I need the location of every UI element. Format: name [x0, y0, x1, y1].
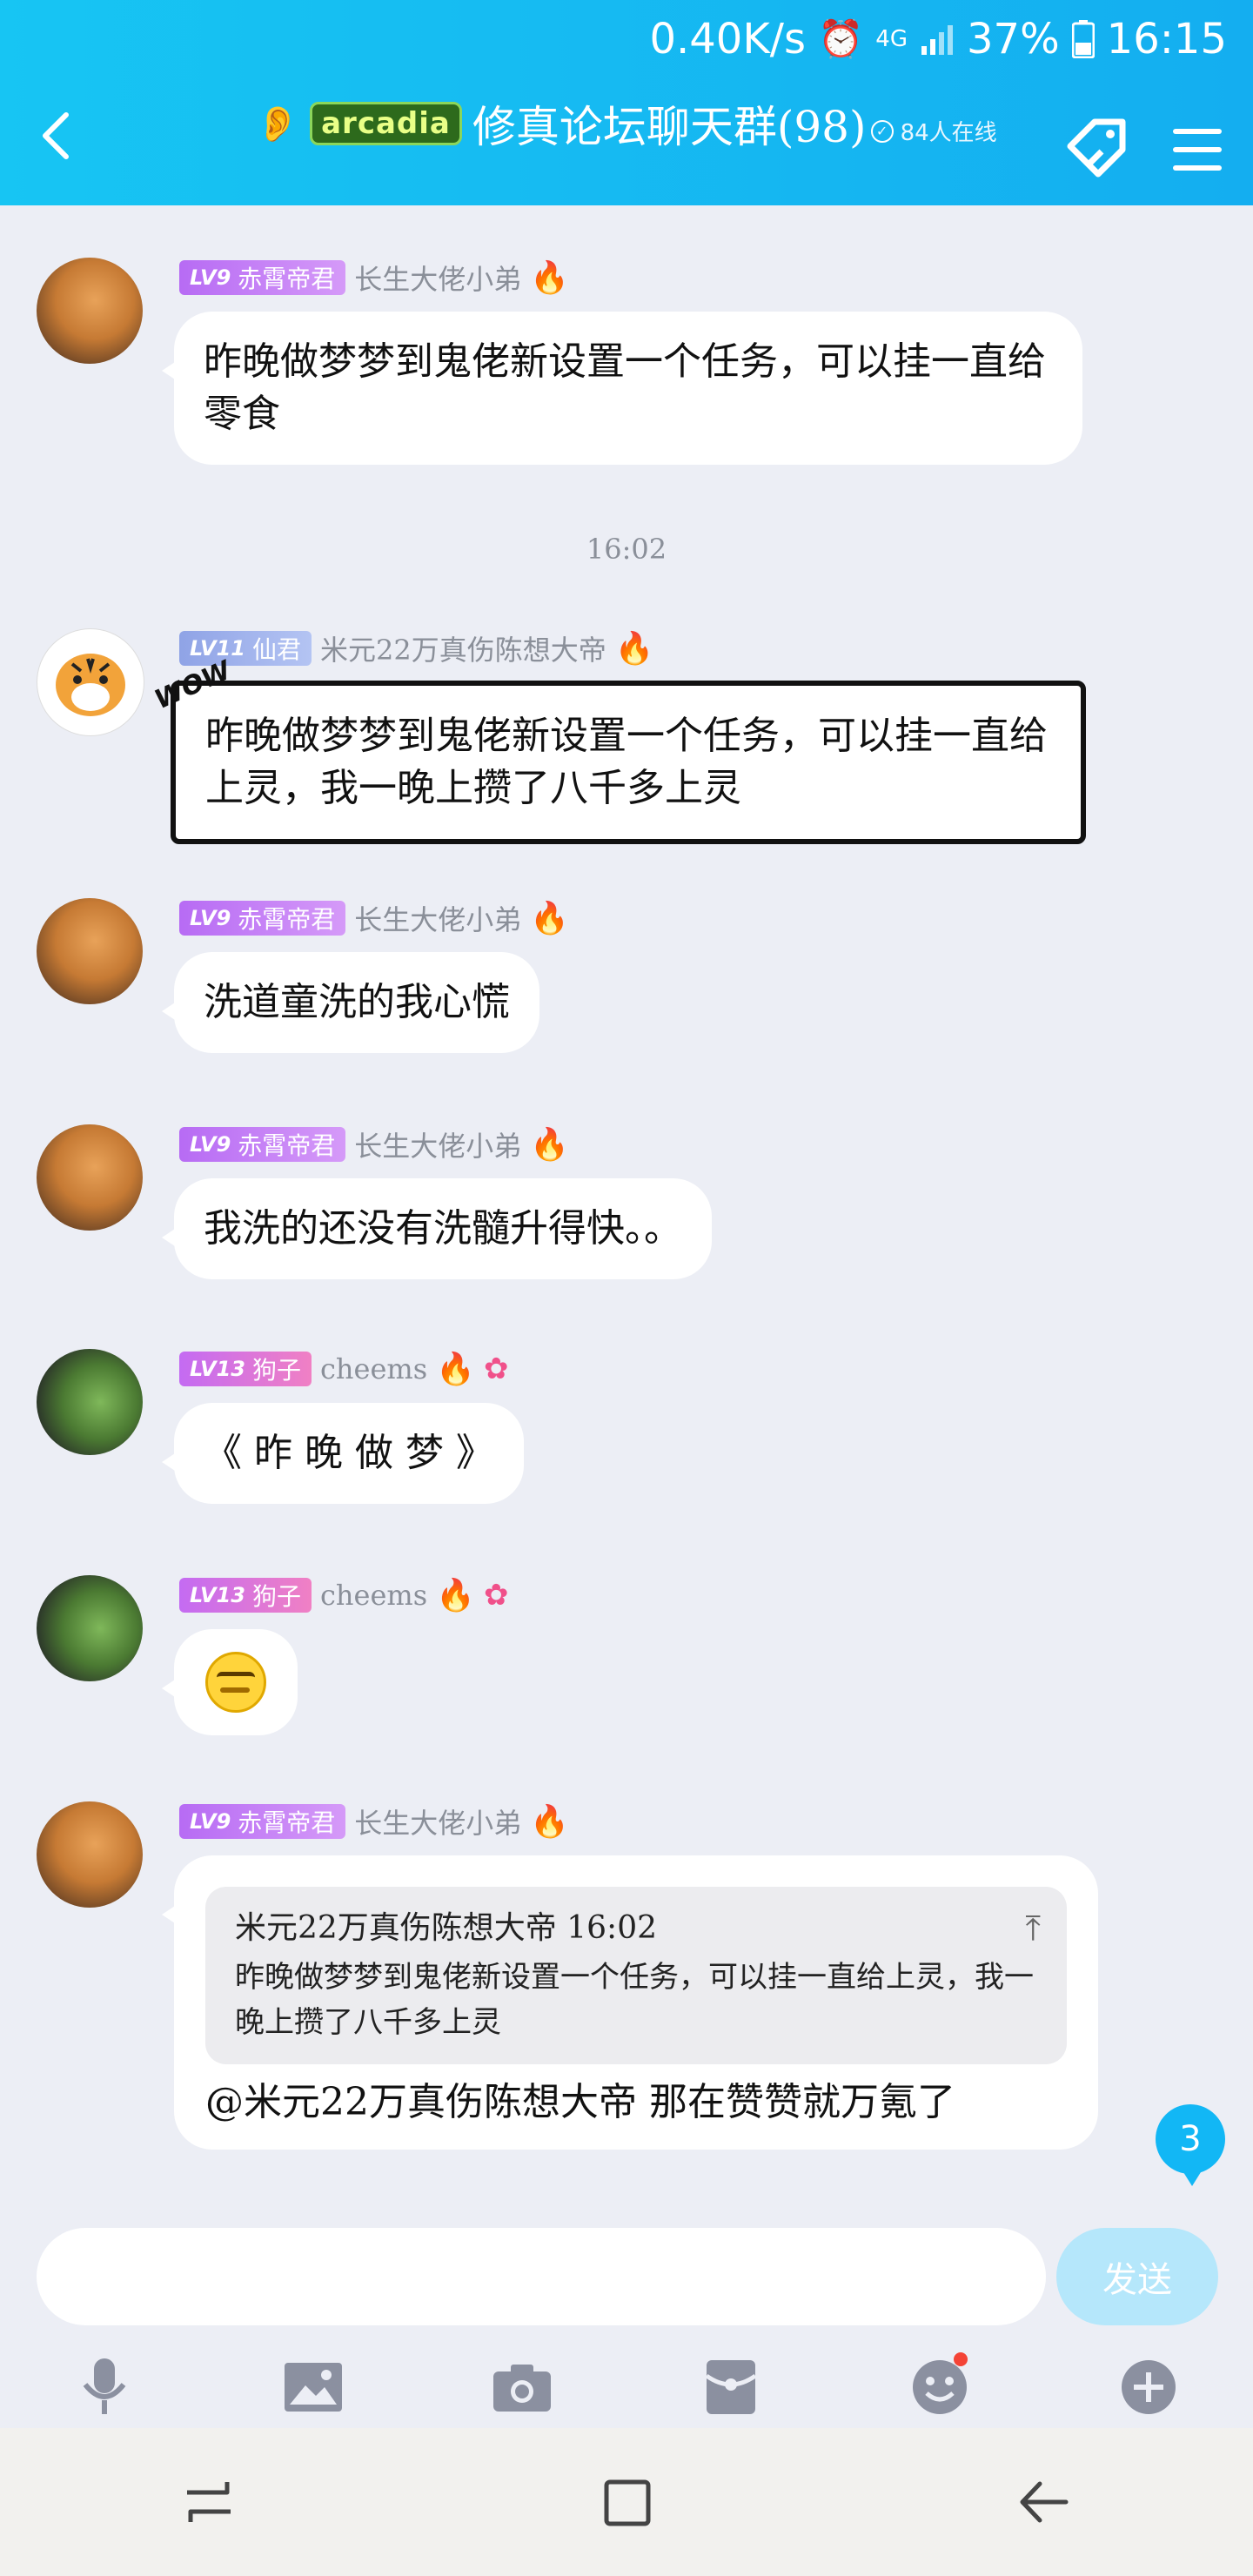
image-tool[interactable]	[278, 2352, 348, 2422]
ear-icon: 👂	[256, 104, 300, 144]
message-bubble[interactable]: 我洗的还没有洗髓升得快。。	[162, 1178, 712, 1279]
message-bubble[interactable]: 《 昨 晚 做 梦 》	[162, 1403, 524, 1504]
chat-list[interactable]: LV9 赤霄帝君 长生大佬小弟 🔥 昨晚做梦梦到鬼佬新设置一个任务，可以挂一直给零…	[0, 205, 1253, 2216]
level-badge: LV9 赤霄帝君	[179, 260, 346, 295]
fire-icon: 🔥	[530, 1127, 570, 1163]
reply-text: @米元22万真伤陈想大帝 那在赞赞就万氪了	[205, 2080, 955, 2124]
sender-row: LV9 赤霄帝君 长生大佬小弟 🔥	[179, 898, 569, 938]
system-nav-bar	[0, 2428, 1253, 2576]
red-packet-icon	[705, 2360, 757, 2414]
message-bubble[interactable]: 洗道童洗的我心慌	[162, 952, 539, 1053]
smiley-icon	[913, 2360, 967, 2414]
network-type: 4G	[875, 26, 908, 52]
sender-row: LV13 狗子 cheems 🔥 ✿	[179, 1575, 508, 1615]
unread-count-badge[interactable]: 3	[1156, 2104, 1225, 2186]
recents-button[interactable]	[157, 2450, 261, 2554]
scroll-to-top-icon[interactable]: ⤒	[1025, 1906, 1041, 1951]
back-arrow-icon	[1020, 2481, 1069, 2523]
quoted-message[interactable]: 米元22万真伤陈想大帝 16:02 昨晚做梦梦到鬼佬新设置一个任务，可以挂一直给…	[205, 1887, 1067, 2064]
alarm-icon: ⏰	[817, 17, 864, 60]
check-circle-icon: ✓	[870, 119, 894, 143]
level-badge: LV13 狗子	[179, 1578, 312, 1613]
avatar[interactable]	[37, 1801, 143, 1908]
message-bubble[interactable]: 米元22万真伤陈想大帝 16:02 昨晚做梦梦到鬼佬新设置一个任务，可以挂一直给…	[162, 1855, 1098, 2150]
fire-icon: 🔥	[530, 260, 570, 296]
notification-dot	[954, 2352, 968, 2366]
level-badge: LV9 赤霄帝君	[179, 1127, 346, 1162]
status-bar: 0.40K/s ⏰ 4G 37% 16:15	[649, 9, 1227, 70]
clock: 16:15	[1106, 15, 1227, 64]
smirk-emoji-icon	[205, 1652, 266, 1713]
flower-icon: ✿	[483, 1578, 509, 1613]
message-bubble[interactable]: WOW 昨晚做梦梦到鬼佬新设置一个任务，可以挂一直给上灵，我一晚上攒了八千多上灵	[151, 655, 1086, 844]
sender-row: LV13 狗子 cheems 🔥 ✿	[179, 1349, 508, 1389]
group-title: 修真论坛聊天群(98)	[472, 102, 867, 152]
home-button[interactable]	[574, 2450, 679, 2554]
back-nav-button[interactable]	[992, 2450, 1096, 2554]
signal-icon	[921, 25, 953, 55]
input-toolbar	[0, 2346, 1253, 2428]
sender-name[interactable]: 长生大佬小弟	[354, 258, 521, 298]
message-bubble[interactable]: 昨晚做梦梦到鬼佬新设置一个任务，可以挂一直给零食	[162, 312, 1082, 465]
voice-tool[interactable]	[70, 2352, 139, 2422]
fire-icon: 🔥	[436, 1352, 475, 1387]
battery-icon	[1071, 20, 1095, 58]
sender-name[interactable]: 长生大佬小弟	[354, 1124, 521, 1164]
avatar[interactable]	[37, 1349, 143, 1455]
fire-icon: 🔥	[614, 631, 654, 667]
avatar[interactable]	[37, 1124, 143, 1231]
quote-text: 昨晚做梦梦到鬼佬新设置一个任务，可以挂一直给上灵，我一晚上攒了八千多上灵	[235, 1960, 1034, 2040]
online-count: ✓ 84人在线	[870, 115, 997, 147]
quote-header: 米元22万真伤陈想大帝 16:02	[235, 1910, 657, 1946]
level-badge: LV9 赤霄帝君	[179, 1804, 346, 1839]
flower-icon: ✿	[483, 1352, 509, 1386]
sender-name[interactable]: 米元22万真伤陈想大帝	[320, 628, 606, 668]
avatar[interactable]	[37, 898, 143, 1004]
level-badge: LV9 赤霄帝君	[179, 901, 346, 936]
microphone-icon	[83, 2358, 126, 2414]
avatar[interactable]	[37, 258, 143, 364]
title-bar: 👂 arcadia 修真论坛聊天群(98) ✓ 84人在线	[0, 87, 1253, 191]
recents-icon	[187, 2482, 231, 2522]
sender-row: LV9 赤霄帝君 长生大佬小弟 🔥	[179, 1801, 569, 1841]
sender-name[interactable]: cheems	[320, 1579, 427, 1612]
menu-icon[interactable]	[1173, 129, 1222, 171]
more-tool[interactable]	[1114, 2352, 1183, 2422]
battery-percent: 37%	[966, 15, 1060, 64]
red-packet-tool[interactable]	[696, 2352, 766, 2422]
sender-name[interactable]: 长生大佬小弟	[354, 1801, 521, 1841]
tiger-avatar-icon	[56, 654, 125, 716]
image-icon	[285, 2363, 342, 2412]
avatar[interactable]	[37, 1575, 143, 1681]
arcadia-logo: arcadia	[310, 102, 462, 145]
avatar[interactable]	[37, 628, 144, 736]
group-tag-icon[interactable]	[1062, 113, 1135, 186]
time-divider: 16:02	[586, 533, 667, 566]
fire-icon: 🔥	[436, 1578, 475, 1613]
camera-icon	[493, 2365, 551, 2412]
sender-name[interactable]: 长生大佬小弟	[354, 898, 521, 938]
camera-tool[interactable]	[487, 2352, 557, 2422]
send-button[interactable]: 发送	[1056, 2228, 1218, 2325]
input-bar: 发送	[0, 2216, 1253, 2346]
emoji-tool[interactable]	[905, 2352, 975, 2422]
sender-row: LV11 仙君 米元22万真伤陈想大帝 🔥	[179, 628, 654, 668]
message-input[interactable]	[37, 2228, 1046, 2325]
sender-row: LV9 赤霄帝君 长生大佬小弟 🔥	[179, 258, 569, 298]
fire-icon: 🔥	[530, 901, 570, 936]
fire-icon: 🔥	[530, 1804, 570, 1840]
sender-row: LV9 赤霄帝君 长生大佬小弟 🔥	[179, 1124, 569, 1164]
level-badge: LV13 狗子	[179, 1352, 312, 1386]
sender-name[interactable]: cheems	[320, 1352, 427, 1385]
plus-circle-icon	[1122, 2360, 1176, 2414]
message-bubble[interactable]	[162, 1629, 298, 1735]
chat-header: 0.40K/s ⏰ 4G 37% 16:15 👂 arcadia 修真论坛聊天群…	[0, 0, 1253, 205]
net-speed: 0.40K/s	[649, 15, 806, 64]
home-icon	[604, 2479, 651, 2526]
